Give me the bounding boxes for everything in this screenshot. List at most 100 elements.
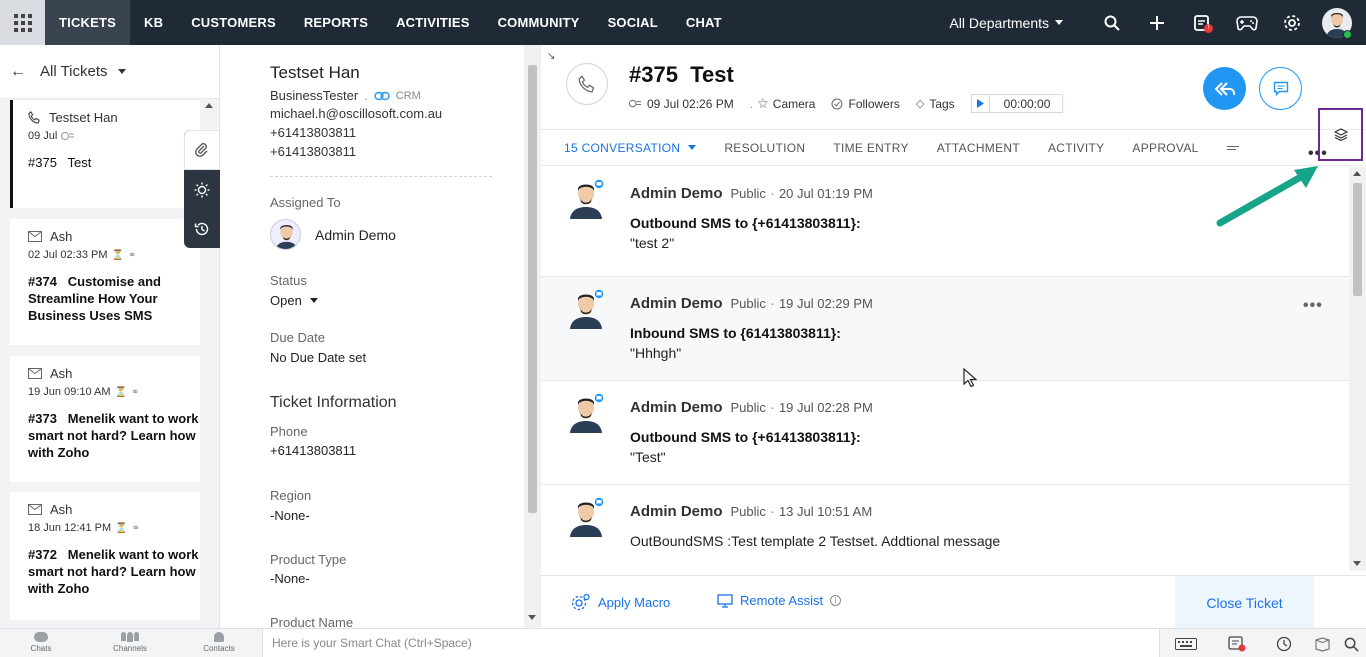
inbox-icon[interactable] — [1309, 634, 1335, 654]
contact-email[interactable]: michael.h@oscillosoft.com.au — [270, 106, 442, 121]
tags-button[interactable]: ◇ Tags — [916, 97, 955, 111]
ticket-card-373[interactable]: Ash 19 Jun 09:10 AM ⏳ ⚭ #373 Menelik wan… — [10, 356, 200, 482]
message-body: OutBoundSMS :Test template 2 Testset. Ad… — [630, 533, 1001, 549]
message-header: Admin Demo Public · 19 Jul 02:28 PM — [630, 399, 873, 416]
contact-mobile[interactable]: +61413803811 — [270, 144, 356, 159]
add-icon[interactable] — [1134, 0, 1179, 45]
app-launcher-icon[interactable] — [0, 0, 45, 45]
link-icon: ⚭ — [127, 249, 137, 261]
tab-resolution[interactable]: RESOLUTION — [724, 141, 805, 155]
tab-conversation[interactable]: 15 CONVERSATION — [564, 141, 697, 155]
account-name[interactable]: BusinessTester — [270, 88, 358, 103]
message-header: Admin Demo Public · 20 Jul 01:19 PM — [630, 185, 873, 202]
message-body: "Hhhgh" — [630, 345, 682, 361]
ticket-list-scrollbar[interactable] — [205, 103, 215, 633]
comment-button[interactable] — [1259, 67, 1302, 110]
chevron-down-icon — [309, 298, 318, 303]
department-selector[interactable]: All Departments — [949, 15, 1063, 31]
conversation-scrollbar[interactable] — [1349, 167, 1366, 571]
due-date-value[interactable]: No Due Date set — [270, 350, 366, 365]
back-arrow-icon[interactable]: ← — [10, 63, 26, 81]
conversation-item[interactable]: Admin Demo Public · 13 Jul 10:51 AM OutBoun… — [541, 485, 1349, 575]
scrollbar-thumb[interactable] — [1353, 183, 1362, 296]
details-scrollbar[interactable] — [524, 45, 541, 628]
people-icon — [121, 632, 139, 642]
conversation-item[interactable]: Admin Demo Public · 19 Jul 02:29 PM ••• Inb… — [541, 277, 1349, 381]
info-icon[interactable]: i — [830, 595, 842, 606]
chats-button[interactable]: Chats — [16, 632, 66, 653]
ticket-view-selector[interactable]: All Tickets — [40, 63, 108, 80]
contact-phone[interactable]: +61413803811 — [270, 125, 356, 140]
conversation-item[interactable]: Admin Demo Public · 20 Jul 01:19 PM Outboun… — [541, 167, 1349, 277]
nav-activities[interactable]: ACTIVITIES — [382, 0, 484, 45]
message-subject: Outbound SMS to {+61413803811}: — [630, 429, 861, 445]
apply-macro-label: Apply Macro — [598, 594, 671, 610]
apply-macro-button[interactable]: Apply Macro — [571, 593, 670, 611]
message-more-options-icon[interactable]: ••• — [1303, 297, 1323, 315]
department-label: All Departments — [949, 14, 1049, 31]
ticket-card-375[interactable]: Testset Han 09 Jul #375 Test — [10, 100, 200, 208]
channels-button[interactable]: Channels — [105, 632, 155, 653]
gamepad-icon[interactable] — [1224, 0, 1269, 45]
remote-assist-button[interactable]: Remote Assist i — [717, 593, 842, 608]
ticket-title-subject[interactable]: Test — [690, 62, 734, 87]
author-name: Admin Demo — [630, 295, 723, 312]
chevron-down-icon[interactable] — [117, 69, 126, 74]
reply-button[interactable] — [1203, 67, 1246, 110]
region-label: Region — [270, 488, 312, 503]
due-date-label: Due Date — [270, 330, 325, 345]
message-header: Admin Demo Public · 19 Jul 02:29 PM — [630, 295, 873, 312]
product-type-value[interactable]: -None- — [270, 571, 310, 586]
tab-activity[interactable]: ACTIVITY — [1048, 141, 1104, 155]
filter-lines-icon[interactable] — [1226, 145, 1239, 150]
scrollbar-thumb[interactable] — [528, 65, 537, 513]
search-icon[interactable] — [1338, 634, 1364, 654]
contacts-label: Contacts — [203, 644, 235, 653]
nav-kb[interactable]: KB — [130, 0, 177, 45]
ticket-channel[interactable]: . ⚝ Camera — [750, 97, 816, 111]
overdue-icon: ⏳ — [111, 249, 124, 261]
contact-name[interactable]: Testset Han — [270, 63, 360, 83]
clock-icon[interactable] — [1271, 634, 1297, 654]
nav-reports[interactable]: REPORTS — [290, 0, 382, 45]
tab-time-entry[interactable]: TIME ENTRY — [833, 141, 908, 155]
nav-chat[interactable]: CHAT — [672, 0, 736, 45]
chat-bubble-icon — [34, 632, 48, 642]
close-ticket-button[interactable]: Close Ticket — [1175, 576, 1314, 629]
ticket-card-372[interactable]: Ash 18 Jun 12:41 PM ⏳ ⚭ #372 Menelik wan… — [10, 492, 200, 620]
layers-button[interactable] — [1318, 108, 1363, 161]
tab-attachment[interactable]: ATTACHMENT — [937, 141, 1020, 155]
phone-value[interactable]: +61413803811 — [270, 443, 356, 458]
phone-icon — [28, 111, 40, 124]
collapse-icon[interactable]: ↘ — [547, 51, 555, 62]
smart-chat-input[interactable]: Here is your Smart Chat (Ctrl+Space) — [262, 629, 1160, 657]
monitor-icon — [717, 593, 733, 608]
chats-label: Chats — [30, 644, 52, 653]
notification-feed-icon[interactable] — [1224, 634, 1250, 654]
status-dropdown[interactable]: Open — [270, 293, 318, 308]
play-icon[interactable] — [972, 95, 990, 112]
gear-icon[interactable] — [1269, 0, 1314, 45]
ticket-card-374[interactable]: Ash 02 Jul 02:33 PM ⏳ ⚭ #374 Customise a… — [10, 219, 200, 345]
scroll-down-icon[interactable] — [1353, 561, 1361, 566]
region-value[interactable]: -None- — [270, 508, 310, 523]
notifications-icon[interactable]: ! — [1179, 0, 1224, 45]
search-icon[interactable] — [1089, 0, 1134, 45]
visibility-label: Public — [730, 504, 766, 519]
nav-community[interactable]: COMMUNITY — [484, 0, 594, 45]
scroll-up-icon[interactable] — [205, 103, 213, 108]
assignee-selector[interactable]: Admin Demo — [270, 219, 396, 250]
contacts-button[interactable]: Contacts — [194, 632, 244, 653]
conversation-item[interactable]: Admin Demo Public · 19 Jul 02:28 PM Outboun… — [541, 381, 1349, 485]
scroll-down-icon[interactable] — [528, 615, 536, 620]
nav-social[interactable]: SOCIAL — [594, 0, 672, 45]
nav-tickets[interactable]: TICKETS — [45, 0, 131, 45]
tab-approval[interactable]: APPROVAL — [1132, 141, 1198, 155]
followers-button[interactable]: Followers — [831, 97, 900, 111]
message-time: 13 Jul 10:51 AM — [778, 504, 873, 519]
nav-customers[interactable]: CUSTOMERS — [177, 0, 290, 45]
keyboard-icon[interactable] — [1173, 634, 1199, 654]
author-avatar — [568, 392, 605, 433]
ticket-subject: Test — [67, 155, 92, 170]
scroll-up-icon[interactable] — [1353, 171, 1361, 176]
